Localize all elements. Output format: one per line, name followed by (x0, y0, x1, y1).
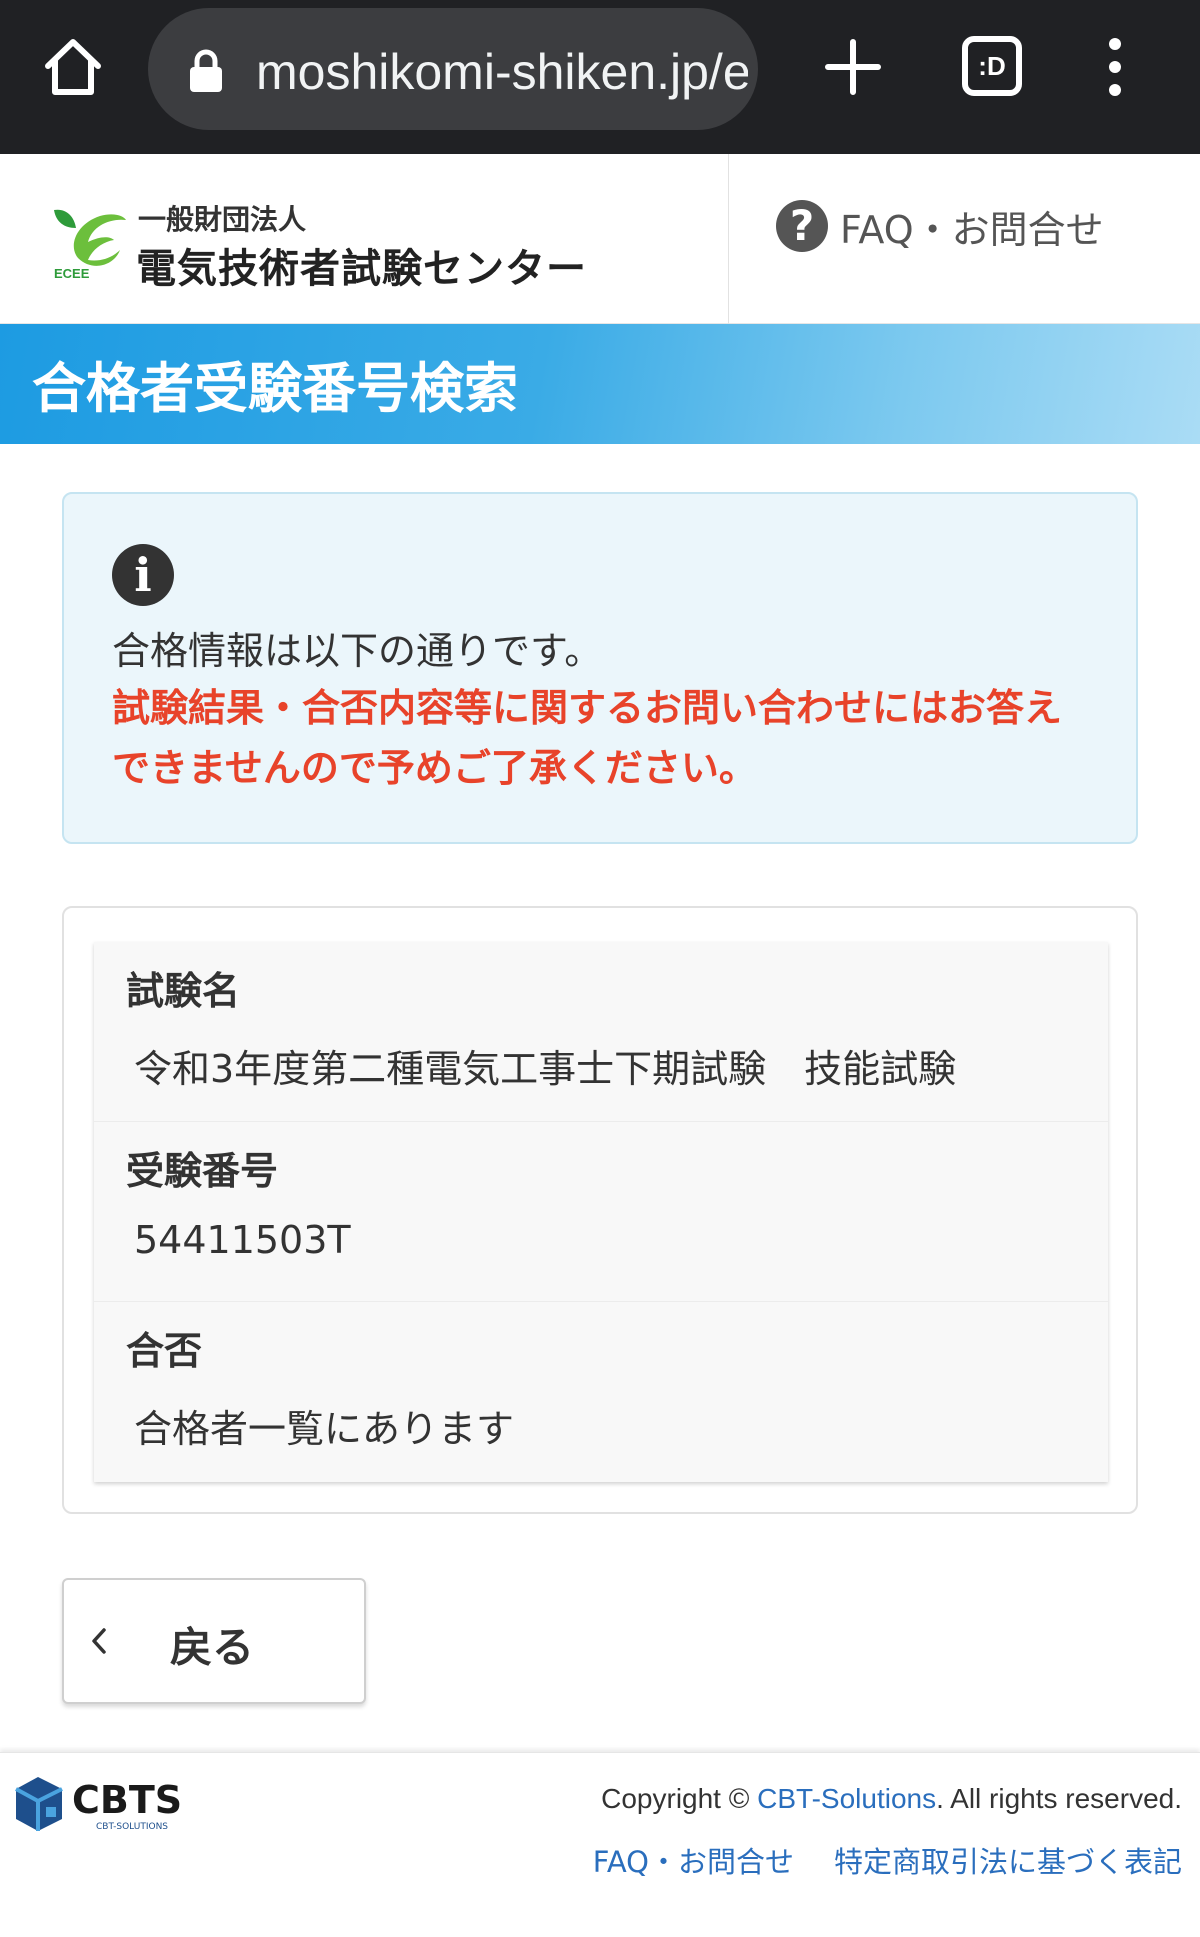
back-button[interactable]: 戻る (62, 1578, 366, 1704)
info-message: 合格情報は以下の通りです。 (112, 629, 603, 673)
site-header: ECEE 一般財団法人 電気技術者試験センター ? FAQ・お問合せ (0, 154, 1200, 324)
org-name: 電気技術者試験センター (136, 246, 587, 292)
svg-text:CBTS: CBTS (72, 1778, 182, 1822)
url-text[interactable]: moshikomi-shiken.jp/ecee/result (256, 44, 748, 100)
info-icon: i (112, 544, 174, 606)
svg-text:CBT-SOLUTIONS: CBT-SOLUTIONS (96, 1822, 168, 1832)
question-circle-icon: ? (776, 200, 828, 252)
more-vert-icon[interactable] (1100, 36, 1130, 98)
result-row-pass-fail: 合否 合格者一覧にあります (94, 1302, 1108, 1482)
row-value: 令和3年度第二種電気工事士下期試験 技能試験 (134, 1047, 957, 1091)
copyright-text: Copyright © CBT-Solutions. All rights re… (601, 1783, 1182, 1815)
cbt-solutions-link[interactable]: CBT-Solutions (757, 1783, 936, 1814)
svg-text:ECEE: ECEE (54, 266, 90, 281)
footer-faq-link[interactable]: FAQ・お問合せ (593, 1845, 794, 1879)
page-title: 合格者受験番号検索 (32, 357, 518, 420)
header-divider (728, 154, 729, 324)
browser-toolbar: moshikomi-shiken.jp/ecee/result :D (0, 0, 1200, 154)
tab-switcher-icon[interactable]: :D (962, 36, 1022, 96)
cbts-logo[interactable]: CBTS CBT-SOLUTIONS (12, 1771, 232, 1839)
copyright-prefix: Copyright © (601, 1783, 758, 1814)
address-bar[interactable]: moshikomi-shiken.jp/ecee/result (148, 8, 758, 130)
row-label: 合否 (126, 1329, 203, 1373)
info-notice: i 合格情報は以下の通りです。 試験結果・合否内容等に関するお問い合わせにはお答… (62, 492, 1138, 844)
page-banner: 合格者受験番号検索 (0, 324, 1200, 444)
row-value: 54411503T (134, 1218, 351, 1262)
lock-icon (190, 49, 222, 92)
footer-links: FAQ・お問合せ 特定商取引法に基づく表記 (593, 1839, 1182, 1881)
home-icon[interactable] (40, 34, 106, 100)
site-footer: CBTS CBT-SOLUTIONS Copyright © CBT-Solut… (0, 1752, 1200, 1937)
chevron-left-icon (92, 1628, 106, 1654)
faq-contact-link[interactable]: ? FAQ・お問合せ (776, 196, 1104, 256)
result-table: 試験名 令和3年度第二種電気工事士下期試験 技能試験 受験番号 54411503… (94, 942, 1108, 1482)
row-label: 受験番号 (126, 1149, 279, 1193)
footer-legal-link[interactable]: 特定商取引法に基づく表記 (834, 1845, 1182, 1879)
back-button-label: 戻る (170, 1623, 255, 1672)
result-card: 試験名 令和3年度第二種電気工事士下期試験 技能試験 受験番号 54411503… (62, 906, 1138, 1514)
warning-message: 試験結果・合否内容等に関するお問い合わせにはお答えできませんので予めご了承くださ… (112, 686, 1063, 790)
org-type-label: 一般財団法人 (138, 203, 307, 236)
copyright-suffix: . All rights reserved. (936, 1783, 1182, 1814)
result-row-exam-name: 試験名 令和3年度第二種電気工事士下期試験 技能試験 (94, 942, 1108, 1122)
result-row-exam-number: 受験番号 54411503T (94, 1122, 1108, 1302)
row-label: 試験名 (126, 969, 241, 1013)
faq-contact-label: FAQ・お問合せ (840, 207, 1104, 252)
plus-icon[interactable] (822, 36, 884, 98)
ecee-logo[interactable]: ECEE (48, 202, 130, 282)
row-value: 合格者一覧にあります (134, 1407, 515, 1451)
